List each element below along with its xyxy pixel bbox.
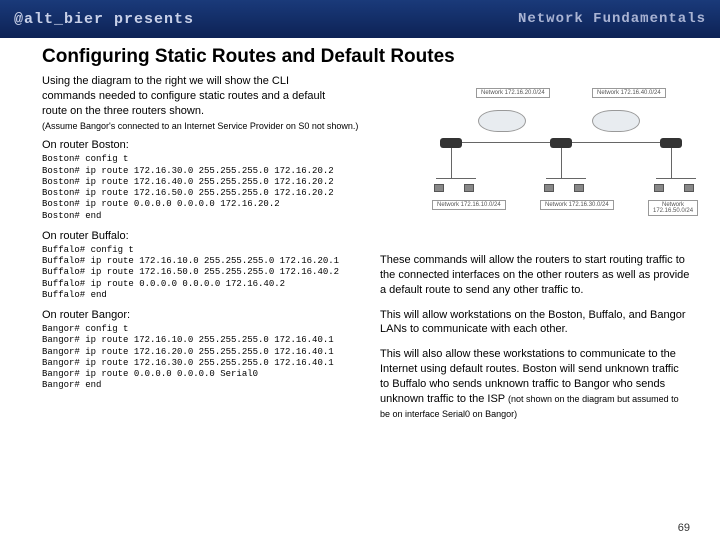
pc-icon [684,184,694,192]
diagram-drop-2 [561,148,562,178]
diagram-net2: Network 172.16.40.0/24 [592,88,666,98]
diagram-lan-2 [546,178,586,179]
diagram-cloud-2 [592,110,640,132]
explain-p1: These commands will allow the routers to… [380,253,690,298]
diagram-drop-1 [451,148,452,178]
pc-icon [544,184,554,192]
diagram-cloud-1 [478,110,526,132]
diagram-net1: Network 172.16.20.0/24 [476,88,550,98]
explanation-column: These commands will allow the routers to… [380,253,690,431]
intro-text: Using the diagram to the right we will s… [42,74,342,119]
pc-icon [464,184,474,192]
diagram-link-2 [572,142,660,143]
slide-header: @alt_bier presents Network Fundamentals [0,0,720,38]
page-number: 69 [678,522,690,534]
diagram-net4: Network 172.16.30.0/24 [540,200,614,210]
header-left: @alt_bier presents [14,11,194,28]
network-diagram: Network 172.16.20.0/24 Network 172.16.40… [432,88,692,223]
router-buffalo-icon [550,138,572,148]
diagram-lan-1 [436,178,476,179]
page-title: Configuring Static Routes and Default Ro… [42,46,690,68]
pc-icon [574,184,584,192]
slide-content: Configuring Static Routes and Default Ro… [0,38,720,392]
explain-p3: This will also allow these workstations … [380,347,690,421]
router-boston-icon [440,138,462,148]
diagram-link-1 [462,142,550,143]
explain-p2: This will allow workstations on the Bost… [380,308,690,338]
router-bangor-icon [660,138,682,148]
diagram-net5: Network 172.16.50.0/24 [648,200,698,216]
pc-icon [654,184,664,192]
diagram-drop-3 [671,148,672,178]
diagram-net3: Network 172.16.10.0/24 [432,200,506,210]
diagram-lan-3 [656,178,696,179]
header-right: Network Fundamentals [518,11,706,27]
pc-icon [434,184,444,192]
section-buffalo-label: On router Buffalo: [42,230,690,242]
